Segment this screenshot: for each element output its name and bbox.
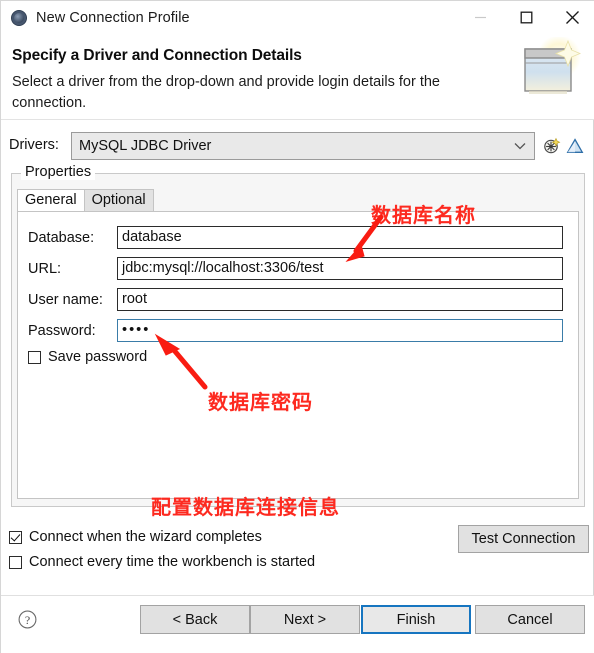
password-label: Password: [28,323,96,339]
tab-optional[interactable]: Optional [83,189,154,211]
page-title: Specify a Driver and Connection Details [12,47,302,64]
tab-general[interactable]: General [17,189,85,211]
test-connection-button[interactable]: Test Connection [458,525,589,553]
connect-on-startup-label: Connect every time the workbench is star… [29,554,316,570]
database-wizard-icon [524,37,582,94]
cancel-button[interactable]: Cancel [475,605,585,634]
title-bar: New Connection Profile [1,1,594,34]
edit-driver-icon[interactable] [566,137,584,155]
save-password-checkbox-box [28,350,41,364]
next-button[interactable]: Next > [250,605,360,634]
wizard-header: Specify a Driver and Connection Details … [1,34,594,120]
save-password-checkbox[interactable]: Save password [28,349,147,365]
url-label: URL: [28,261,62,277]
username-input[interactable]: root [117,288,563,311]
annotation-arrow-password [154,333,208,390]
annotation-configure-connection: 配置数据库连接信息 [151,495,340,519]
database-label: Database: [28,230,95,246]
back-button[interactable]: < Back [140,605,250,634]
close-button[interactable] [549,1,594,34]
connection-profile-icon [11,9,27,26]
chevron-down-icon [514,143,526,150]
save-password-label: Save password [48,349,148,365]
driver-select-value: MySQL JDBC Driver [79,138,212,154]
properties-tabs: General Optional [17,189,154,211]
help-icon[interactable]: ? [18,610,37,629]
properties-legend: Properties [21,164,96,180]
drivers-label: Drivers: [9,137,59,153]
connect-on-finish-checkbox[interactable]: Connect when the wizard completes [9,529,315,545]
maximize-button[interactable] [503,1,549,34]
window-title: New Connection Profile [36,9,190,26]
drivers-row: Drivers: MySQL JDBC Driver [1,132,594,162]
connect-on-startup-checkbox[interactable]: Connect every time the workbench is star… [9,554,315,570]
driver-select[interactable]: MySQL JDBC Driver [71,132,535,160]
finish-button[interactable]: Finish [361,605,471,634]
page-description: Select a driver from the drop-down and p… [12,74,440,111]
annotation-arrow-database [345,214,384,262]
connect-on-finish-checkbox-box [9,530,22,544]
connection-options: Connect when the wizard completes Connec… [9,529,315,579]
database-input[interactable]: database [117,226,563,249]
url-input[interactable]: jdbc:mysql://localhost:3306/test [117,257,563,280]
minimize-button[interactable] [457,1,503,34]
connect-on-startup-checkbox-box [9,555,22,569]
username-label: User name: [28,292,103,308]
window-controls [457,1,594,34]
general-tab-panel: Database: database URL: jdbc:mysql://loc… [17,211,579,499]
svg-text:?: ? [25,613,30,627]
annotation-database-password: 数据库密码 [208,390,313,414]
new-driver-icon[interactable] [543,137,561,155]
new-connection-profile-dialog: New Connection Profile Specify a Driver … [0,0,594,653]
connect-on-finish-label: Connect when the wizard completes [29,529,262,545]
